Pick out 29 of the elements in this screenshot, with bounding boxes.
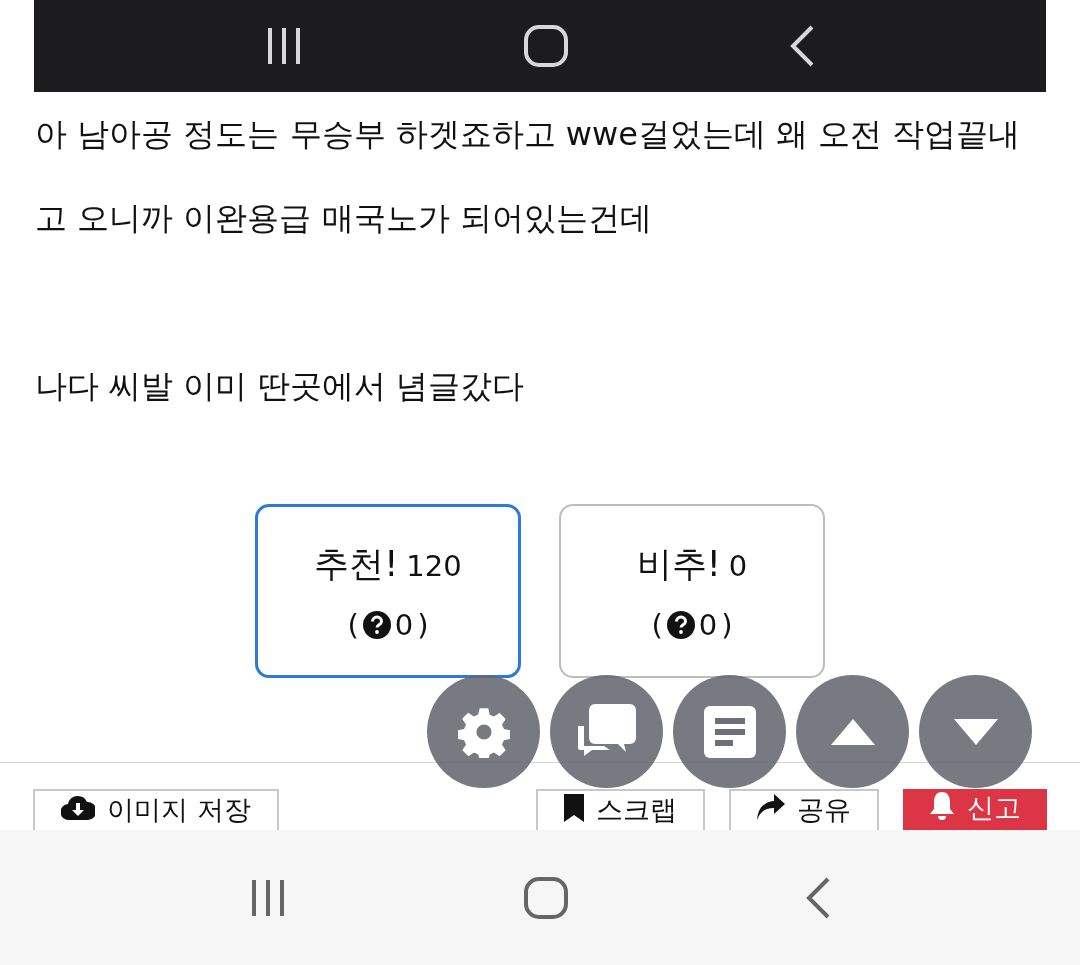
post-paragraph: 아 남아공 정도는 무승부 하겟죠하고 wwe걸었는데 왜 오전 작업끝내고 오니까 이완용급 매국노가 되어있는건데 <box>35 114 1022 239</box>
report-button[interactable]: 신고 <box>903 789 1047 830</box>
close-paren: ) <box>417 607 429 642</box>
sub-count: 0 <box>394 607 414 642</box>
bookmark-icon <box>564 794 584 822</box>
post-paragraph: 나다 씨발 이미 딴곳에서 념글갔다 <box>35 366 525 407</box>
share-icon <box>757 794 785 820</box>
settings-icon <box>457 705 510 758</box>
document-icon <box>703 705 756 758</box>
up-arrow-icon <box>830 718 875 745</box>
question-icon <box>666 610 695 639</box>
vote-button[interactable]: 비추! 0 ( 0) <box>559 504 825 678</box>
sub-count: 0 <box>698 607 718 642</box>
open-paren: ( <box>347 607 359 642</box>
question-icon <box>362 610 391 639</box>
vote-count: 0 <box>728 548 748 583</box>
vote-count: 120 <box>406 548 462 583</box>
open-paren: ( <box>651 607 663 642</box>
vote-button[interactable]: 추천! 120 ( 0) <box>255 504 521 678</box>
scrap-button[interactable]: 스크랩 <box>536 789 705 830</box>
vote-label: 비추! <box>636 542 721 586</box>
vote-label: 추천! <box>314 542 399 586</box>
share-button[interactable]: 공유 <box>729 789 879 830</box>
cloud-download-icon <box>61 794 95 822</box>
home-icon[interactable] <box>523 875 569 920</box>
close-paren: ) <box>721 607 733 642</box>
down-arrow-icon <box>953 718 998 745</box>
bell-icon <box>929 792 955 820</box>
save-button[interactable]: 이미지 저장 <box>33 789 279 830</box>
